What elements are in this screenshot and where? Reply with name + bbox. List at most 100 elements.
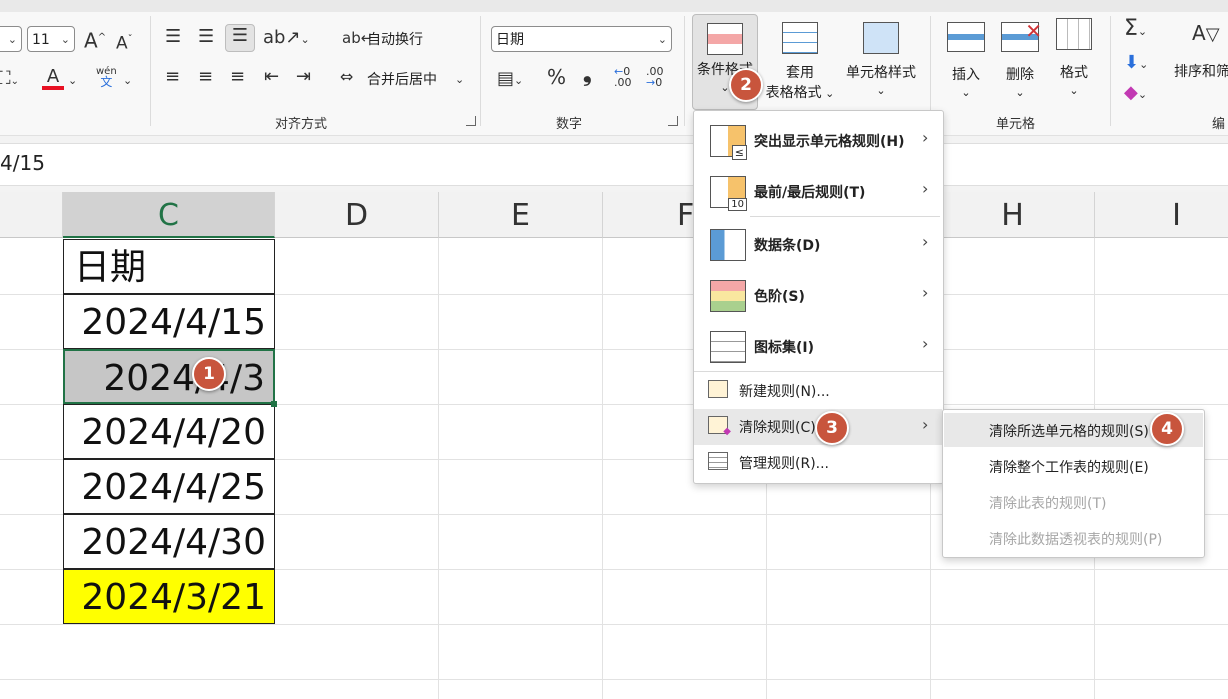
format-as-table-button[interactable]: 套用 表格格式 ⌄ — [765, 22, 835, 102]
cell-C-date[interactable]: 2024/4/20 — [63, 404, 275, 459]
menu-item-highlight-rules[interactable]: ≤ 突出显示单元格规则(H) › — [694, 116, 942, 166]
cell-styles-icon — [863, 22, 899, 54]
insert-cells-icon — [947, 22, 985, 52]
format-as-table-label-1: 套用 — [786, 65, 814, 81]
formula-bar-value[interactable]: 4/15 — [0, 151, 45, 175]
font-name-select[interactable]: ⌄ — [0, 26, 22, 52]
autosum-icon[interactable]: Σ⌄ — [1124, 18, 1147, 43]
phonetic-guide-icon[interactable]: wén 文 — [96, 66, 117, 88]
cell-C-date[interactable]: 2024/4/30 — [63, 514, 275, 569]
column-header-E[interactable]: E — [439, 192, 603, 238]
align-middle-icon[interactable]: ☰ — [198, 26, 214, 48]
formula-bar[interactable] — [0, 143, 1228, 186]
cell-C-date-selected[interactable]: 2024/4/3 — [63, 349, 275, 404]
currency-icon[interactable]: ▤⌄ — [497, 68, 523, 92]
align-left-icon[interactable]: ≡ — [165, 66, 180, 88]
sort-filter-label[interactable]: 排序和筛 — [1174, 61, 1228, 81]
cell-C-date[interactable]: 2024/4/25 — [63, 459, 275, 514]
icon-sets-icon — [710, 331, 746, 363]
column-header-H[interactable]: H — [931, 192, 1095, 238]
fill-color-icon[interactable]: ⛶⌄ — [0, 68, 19, 93]
align-center-icon[interactable]: ≡ — [198, 66, 213, 88]
format-cells-button[interactable]: 格式 ⌄ — [1052, 18, 1096, 98]
menu-item-data-bars[interactable]: 数据条(D) › — [694, 220, 942, 270]
chevron-down-icon[interactable]: ⌄ — [123, 70, 132, 92]
cell-styles-button[interactable]: 单元格样式 ⌄ — [842, 22, 920, 98]
chevron-down-icon: ⌄ — [876, 84, 886, 97]
column-header-I[interactable]: I — [1095, 192, 1228, 238]
align-bottom-icon[interactable]: ☰ — [225, 24, 255, 52]
menu-divider — [694, 371, 943, 372]
step-badge-4: 4 — [1150, 412, 1184, 446]
cell-C-header[interactable]: 日期 — [63, 239, 275, 294]
menu-item-label: 图标集(I) — [754, 340, 815, 356]
cells-group-label: 单元格 — [996, 117, 1036, 132]
shrink-font-icon[interactable]: Aˇ — [116, 29, 133, 55]
menu-item-icon-sets[interactable]: 图标集(I) › — [694, 322, 942, 372]
font-size-select[interactable]: 11 ⌄ — [27, 26, 75, 52]
decrease-decimal-icon[interactable]: .00 →0 — [646, 66, 664, 88]
clear-rules-icon: ◆ — [708, 416, 731, 437]
font-color-icon[interactable]: A — [42, 66, 64, 90]
row-gridline — [0, 679, 1228, 680]
menu-item-new-rule[interactable]: 新建规则(N)... — [694, 373, 942, 409]
cell-C-date[interactable]: 2024/4/15 — [63, 294, 275, 349]
comma-button[interactable]: ❟ — [583, 64, 592, 86]
increase-indent-icon[interactable]: ⇥ — [296, 66, 311, 88]
grow-font-icon[interactable]: A^ — [84, 27, 106, 52]
align-top-icon[interactable]: ☰ — [165, 26, 181, 48]
top-ten-badge: 10 — [728, 198, 747, 211]
clear-selected-cells-rules[interactable]: 清除所选单元格的规则(S) — [989, 421, 1149, 441]
number-format-select[interactable]: 日期 ⌄ — [491, 26, 672, 52]
chevron-right-icon: › — [922, 415, 929, 434]
merge-center-icon[interactable]: ⇔ — [340, 66, 353, 88]
alignment-group-label: 对齐方式 — [275, 117, 328, 132]
insert-cells-button[interactable]: 插入 ⌄ — [944, 22, 988, 100]
dialog-launcher-icon[interactable] — [466, 116, 476, 126]
chevron-down-icon[interactable]: ⌄ — [68, 70, 77, 92]
wrap-text-button[interactable]: 自动换行 — [367, 29, 423, 49]
format-as-table-label-2: 表格格式 ⌄ — [765, 85, 835, 101]
number-format-value: 日期 — [496, 32, 524, 48]
menu-item-color-scales[interactable]: 色阶(S) › — [694, 271, 942, 321]
ribbon: ⌄ 11 ⌄ A^ Aˇ ⛶⌄ A ⌄ wén 文 ⌄ ☰ ☰ ☰ ab↗⌄ ≡ ≡… — [0, 0, 1228, 136]
menu-item-top-bottom-rules[interactable]: 10 最前/最后规则(T) › — [694, 167, 942, 217]
align-right-icon[interactable]: ≡ — [230, 66, 245, 88]
chevron-down-icon: ⌄ — [961, 86, 971, 99]
cell-C-date-highlighted[interactable]: 2024/3/21 — [63, 569, 275, 624]
chevron-right-icon: › — [922, 128, 929, 147]
grow-font-label: A — [84, 28, 98, 53]
column-header-B[interactable] — [0, 192, 63, 238]
decrease-indent-icon[interactable]: ⇤ — [264, 66, 279, 88]
menu-item-label: 清除规则(C) — [739, 420, 816, 436]
format-as-table-icon — [782, 22, 818, 54]
sort-filter-icon[interactable]: A▽ — [1192, 22, 1220, 46]
chevron-down-icon[interactable]: ⌄ — [455, 69, 464, 91]
merge-center-button[interactable]: 合并后居中 — [367, 69, 437, 89]
increase-decimal-icon[interactable]: ←0.00 — [614, 66, 632, 88]
number-group-label: 数字 — [556, 117, 583, 132]
chevron-right-icon: › — [922, 283, 929, 302]
menu-divider — [750, 216, 940, 217]
chevron-right-icon: › — [922, 334, 929, 353]
column-gridline — [438, 238, 439, 699]
clear-entire-sheet-rules[interactable]: 清除整个工作表的规则(E) — [989, 457, 1149, 477]
fill-icon[interactable]: ⬇⌄ — [1124, 52, 1148, 76]
dialog-launcher-icon[interactable] — [668, 116, 678, 126]
clear-icon[interactable]: ◆⌄ — [1124, 82, 1147, 106]
top-bottom-rules-icon: 10 — [710, 176, 747, 211]
new-rule-icon — [708, 380, 728, 398]
column-header-C[interactable]: C — [63, 192, 275, 238]
step-badge-3: 3 — [815, 411, 849, 445]
manage-rules-icon — [708, 452, 728, 470]
menu-item-label: 数据条(D) — [754, 238, 821, 254]
chevron-right-icon: › — [922, 232, 929, 251]
percent-button[interactable]: % — [547, 66, 566, 88]
menu-item-manage-rules[interactable]: 管理规则(R)... — [694, 445, 942, 481]
orientation-icon[interactable]: ab↗⌄ — [263, 27, 310, 51]
fill-handle[interactable] — [271, 401, 277, 407]
chevron-down-icon: ⌄ — [1015, 86, 1025, 99]
column-header-D[interactable]: D — [275, 192, 439, 238]
ribbon-top-strip — [0, 0, 1228, 12]
delete-cells-button[interactable]: ✕ 删除 ⌄ — [998, 21, 1042, 100]
